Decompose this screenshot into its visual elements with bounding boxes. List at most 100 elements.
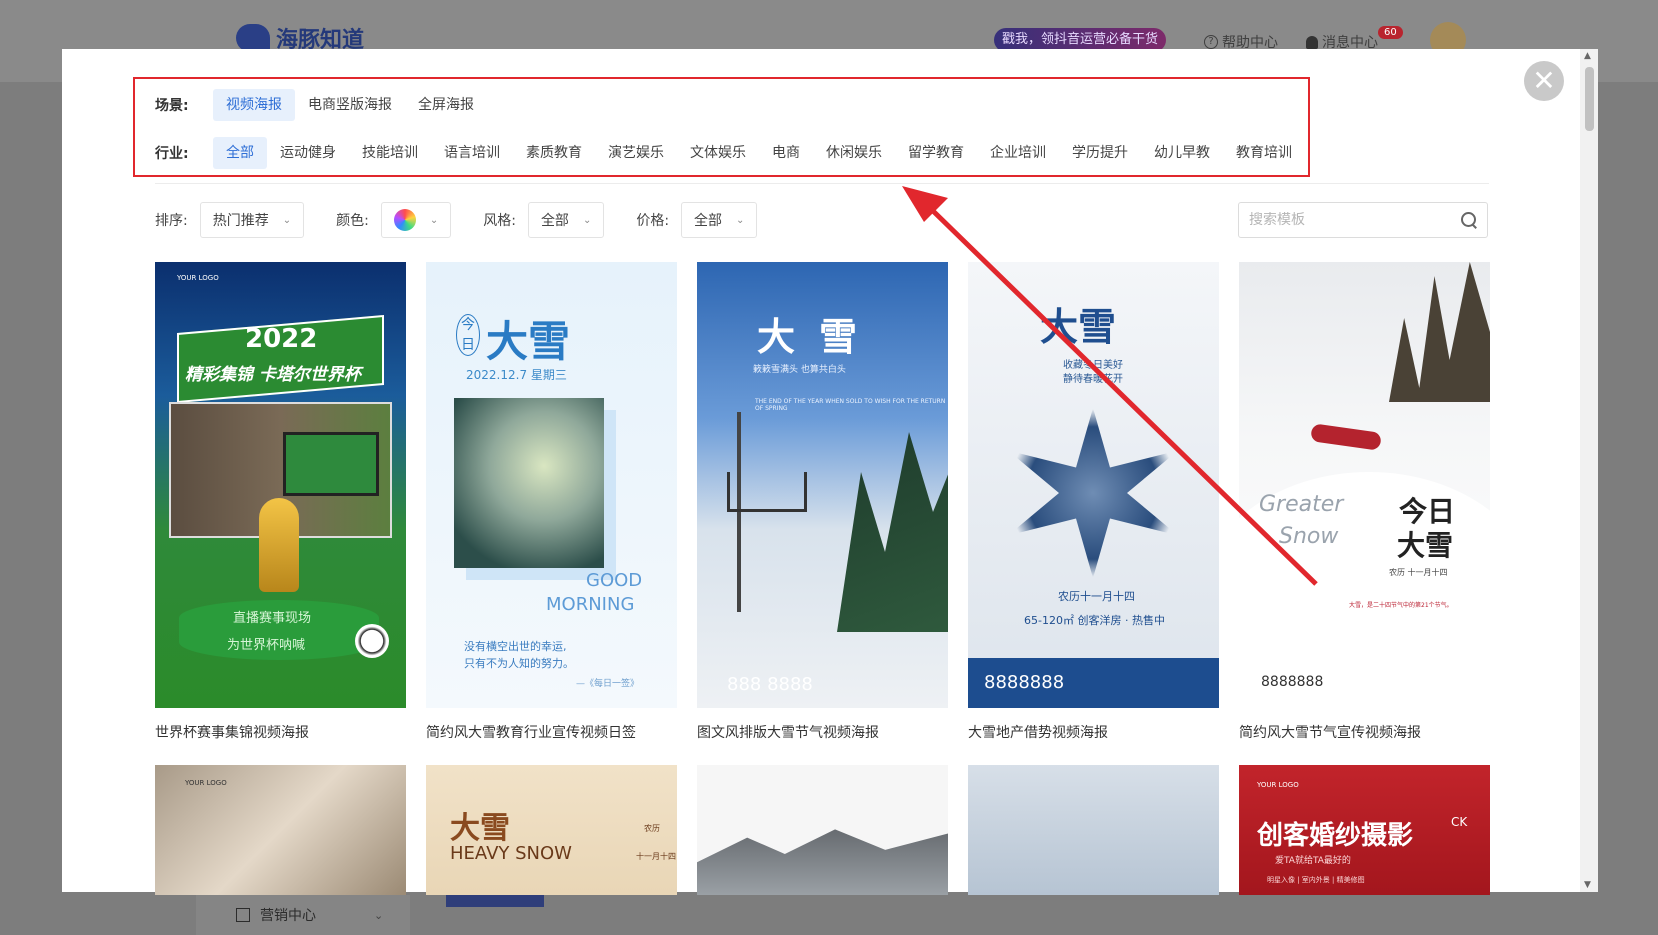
- industry-chip[interactable]: 幼儿早教: [1141, 137, 1223, 169]
- thumb-signature: —《每日一签》: [576, 679, 640, 689]
- bell-icon: [1306, 35, 1318, 49]
- thumb-quote-line: 没有横空出世的幸运,: [464, 640, 567, 653]
- color-label: 颜色:: [336, 213, 369, 229]
- color-swatch-icon: [393, 209, 416, 231]
- scroll-down-arrow-icon[interactable]: ▼: [1584, 880, 1591, 890]
- industry-chip[interactable]: 留学教育: [895, 137, 977, 169]
- scene-chip-video-poster[interactable]: 视频海报: [213, 89, 295, 121]
- template-thumbnail[interactable]: 大雪 HEAVY SNOW 农历 十一月十四: [426, 765, 677, 895]
- template-caption[interactable]: 世界杯赛事集锦视频海报: [155, 722, 406, 742]
- template-card-snow-realestate[interactable]: 大雪 收藏冬日美好 静待春暖花开 农历十一月十四 65-120㎡ 创客洋房 · …: [968, 262, 1219, 742]
- thumb-headline: 大雪: [1040, 305, 1117, 349]
- chevron-down-icon: ⌄: [736, 214, 745, 226]
- thumb-mountain: [697, 829, 948, 895]
- thumb-ski-lift: [727, 472, 807, 512]
- template-card[interactable]: 大雪 HEAVY SNOW 农历 十一月十四: [426, 765, 677, 895]
- sidebar-item-marketing[interactable]: 营销中心 ⌄: [196, 895, 410, 935]
- scene-chip-ecommerce-poster[interactable]: 电商竖版海报: [295, 89, 405, 121]
- template-card[interactable]: YOUR LOGO: [155, 765, 406, 895]
- template-card-wedding[interactable]: YOUR LOGO 创客婚纱摄影 CK 爱TA就给TA最好的 明星入像 | 室内…: [1239, 765, 1490, 895]
- thumb-good-text: GOOD: [586, 570, 643, 591]
- sort-select[interactable]: 热门推荐 ⌄: [199, 202, 305, 238]
- scroll-up-arrow-icon[interactable]: ▲: [1584, 51, 1591, 61]
- template-thumbnail[interactable]: 今日 大雪 2022.12.7 星期三 GOOD MORNING 没有横空出世的…: [426, 262, 677, 708]
- industry-chip[interactable]: 文体娱乐: [677, 137, 759, 169]
- thumb-person: [1310, 423, 1382, 451]
- style-select[interactable]: 全部 ⌄: [527, 202, 605, 238]
- thumb-subtitle: 收藏冬日美好: [1063, 360, 1123, 371]
- search-icon[interactable]: [1461, 212, 1477, 228]
- close-button[interactable]: ✕: [1524, 61, 1564, 101]
- industry-chip[interactable]: 学历提升: [1059, 137, 1141, 169]
- dolphin-logo-icon: [236, 24, 270, 52]
- template-card-snow-edu[interactable]: 今日 大雪 2022.12.7 星期三 GOOD MORNING 没有横空出世的…: [426, 262, 677, 742]
- thumb-brand-mark: CK: [1451, 815, 1468, 829]
- industry-chip[interactable]: 休闲娱乐: [813, 137, 895, 169]
- message-count-badge: 60: [1378, 26, 1403, 39]
- template-thumbnail[interactable]: 大雪 收藏冬日美好 静待春暖花开 农历十一月十四 65-120㎡ 创客洋房 · …: [968, 262, 1219, 708]
- template-thumbnail[interactable]: YOUR LOGO 2022 精彩集锦 卡塔尔世界杯 直播赛事现场 为世界杯呐喊: [155, 262, 406, 708]
- template-caption[interactable]: 简约风大雪教育行业宣传视频日签: [426, 722, 677, 742]
- thumb-morning-text: MORNING: [546, 594, 635, 615]
- price-select[interactable]: 全部 ⌄: [681, 202, 758, 238]
- industry-label: 行业:: [155, 146, 189, 162]
- thumb-date-tag: 农历 十一月十四: [1389, 568, 1448, 577]
- thumb-tags: 明星入像 | 室内外景 | 精美修图: [1267, 876, 1365, 884]
- sort-bar: 排序: 热门推荐 ⌄ 颜色: ⌄ 风格: 全部 ⌄ 价格: 全部 ⌄: [155, 202, 789, 238]
- thumb-headline: 精彩集锦 卡塔尔世界杯: [185, 365, 361, 385]
- template-card[interactable]: [697, 765, 948, 895]
- color-select[interactable]: ⌄: [380, 202, 452, 238]
- thumb-side-text: 十一月十四: [636, 852, 676, 861]
- template-thumbnail[interactable]: [968, 765, 1219, 895]
- template-caption[interactable]: 简约风大雪节气宣传视频海报: [1239, 722, 1490, 742]
- template-card[interactable]: [968, 765, 1219, 895]
- industry-chip[interactable]: 企业培训: [977, 137, 1059, 169]
- divider: [155, 183, 1489, 184]
- thumb-headline: 大雪: [1397, 529, 1454, 562]
- template-card-world-cup[interactable]: YOUR LOGO 2022 精彩集锦 卡塔尔世界杯 直播赛事现场 为世界杯呐喊…: [155, 262, 406, 742]
- price-value: 全部: [694, 213, 723, 229]
- chevron-down-icon: ⌄: [282, 214, 292, 226]
- sidebar-item-label: 营销中心: [260, 908, 316, 924]
- thumb-subtitle: 爱TA就给TA最好的: [1275, 856, 1351, 866]
- industry-chip[interactable]: 全部: [213, 137, 267, 169]
- template-caption[interactable]: 大雪地产借势视频海报: [968, 722, 1219, 742]
- help-icon: ?: [1204, 35, 1218, 49]
- template-caption[interactable]: 图文风排版大雪节气视频海报: [697, 722, 948, 742]
- scrollbar[interactable]: ▲ ▼: [1580, 49, 1598, 892]
- template-thumbnail[interactable]: [697, 765, 948, 895]
- thumb-date: 农历十一月十四: [1058, 590, 1135, 603]
- template-thumbnail[interactable]: YOUR LOGO: [155, 765, 406, 895]
- thumb-lift-tower: [737, 412, 741, 612]
- thumb-trees: [837, 432, 948, 632]
- scene-chip-fullscreen-poster[interactable]: 全屏海报: [405, 89, 487, 121]
- thumb-quote-line: 只有不为人知的努力。: [464, 657, 574, 670]
- search-box[interactable]: [1238, 202, 1488, 238]
- scroll-thumb[interactable]: [1585, 67, 1594, 131]
- search-input[interactable]: [1249, 212, 1461, 228]
- industry-chip[interactable]: 素质教育: [513, 137, 595, 169]
- template-thumbnail[interactable]: 大雪 簌簌雪满头 也算共白头 THE END OF THE YEAR WHEN …: [697, 262, 948, 708]
- template-card-snow-solar-term[interactable]: Greater Snow 今日 大雪 农历 十一月十四 大雪，是二十四节气中的第…: [1239, 262, 1490, 742]
- thumb-side-text: 农历: [644, 824, 660, 833]
- industry-chip[interactable]: 运动健身: [267, 137, 349, 169]
- industry-chip[interactable]: 教育培训: [1223, 137, 1305, 169]
- thumb-text-line: 直播赛事现场: [233, 611, 312, 626]
- scene-label: 场景:: [155, 98, 189, 114]
- industry-chip[interactable]: 技能培训: [349, 137, 431, 169]
- thumb-year: 2022: [245, 324, 318, 354]
- template-card-snow-ski[interactable]: 大雪 簌簌雪满头 也算共白头 THE END OF THE YEAR WHEN …: [697, 262, 948, 742]
- industry-chip[interactable]: 演艺娱乐: [595, 137, 677, 169]
- industry-chip[interactable]: 电商: [759, 137, 813, 169]
- snowflake-icon: [1008, 408, 1178, 578]
- thumb-subtitle: 静待春暖花开: [1063, 374, 1123, 385]
- template-thumbnail[interactable]: Greater Snow 今日 大雪 农历 十一月十四 大雪，是二十四节气中的第…: [1239, 262, 1490, 708]
- thumb-paragraph: 大雪，是二十四节气中的第21个节气。: [1349, 602, 1453, 609]
- thumb-logo-text: YOUR LOGO: [185, 779, 227, 787]
- template-thumbnail[interactable]: YOUR LOGO 创客婚纱摄影 CK 爱TA就给TA最好的 明星入像 | 室内…: [1239, 765, 1490, 895]
- thumb-text-line: 为世界杯呐喊: [227, 638, 306, 653]
- industry-chip[interactable]: 语言培训: [431, 137, 513, 169]
- thumb-script-text: Snow: [1279, 524, 1339, 549]
- marketing-icon: [236, 908, 250, 922]
- thumb-info: 65-120㎡ 创客洋房 · 热售中: [1024, 614, 1165, 627]
